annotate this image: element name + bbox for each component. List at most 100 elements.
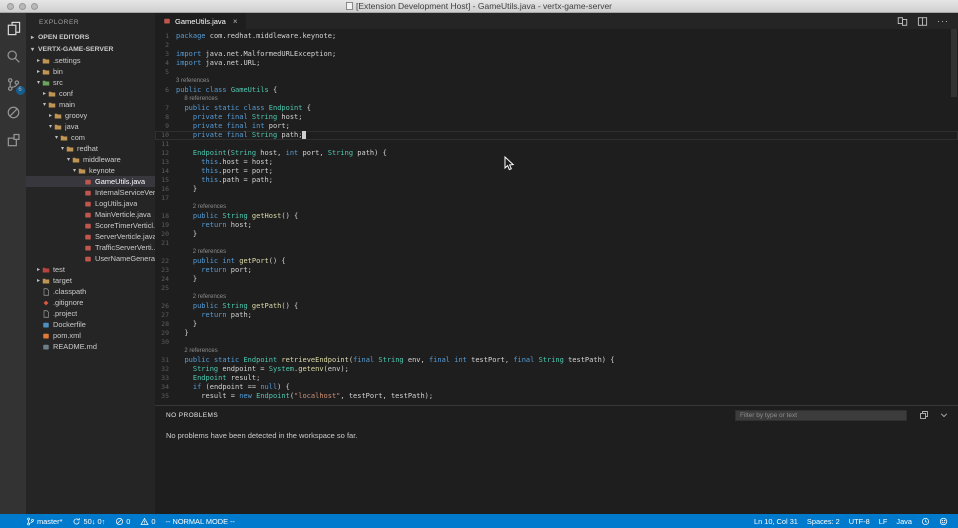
explorer-icon[interactable]: [6, 21, 21, 36]
codelens-references[interactable]: 2 references: [193, 293, 226, 302]
tree-item--settings[interactable]: ▸ .settings: [26, 55, 155, 66]
tree-item-target[interactable]: ▸ target: [26, 275, 155, 286]
tree-item-trafficserververti-[interactable]: TrafficServerVerti...: [26, 242, 155, 253]
codelens-references[interactable]: 2 references: [193, 203, 226, 212]
chevron-down-icon[interactable]: ▾: [65, 156, 72, 163]
tree-item-src[interactable]: ▾ src: [26, 77, 155, 88]
code-line[interactable]: 24 }: [155, 275, 958, 284]
source-control-icon[interactable]: 6: [6, 77, 25, 95]
code-line[interactable]: 27 return path;: [155, 311, 958, 320]
chevron-down-icon[interactable]: ▾: [71, 167, 78, 174]
code-line[interactable]: 23 return port;: [155, 266, 958, 275]
code-line[interactable]: 3 import java.net.MalformedURLException;: [155, 50, 958, 59]
tree-item-conf[interactable]: ▸ conf: [26, 88, 155, 99]
editor-scrollbar[interactable]: [951, 29, 957, 97]
code-line[interactable]: 13 this.host = host;: [155, 158, 958, 167]
tree-item-usernamegenerat-[interactable]: UserNameGenerat...: [26, 253, 155, 264]
minimize-window-button[interactable]: [19, 2, 26, 10]
codelens-row[interactable]: 2 references: [155, 347, 958, 356]
status-item-clock[interactable]: [921, 517, 930, 526]
code-editor[interactable]: 1 package com.redhat.middleware.keynote; 2…: [155, 29, 958, 405]
tree-item-pom-xml[interactable]: pom.xml: [26, 330, 155, 341]
status-item[interactable]: Spaces: 2: [807, 517, 840, 526]
code-line[interactable]: 35 result = new Endpoint("localhost", te…: [155, 392, 958, 401]
tree-item-logutils-java[interactable]: LogUtils.java: [26, 198, 155, 209]
code-line[interactable]: 29 }: [155, 329, 958, 338]
code-line[interactable]: 34 if (endpoint == null) {: [155, 383, 958, 392]
codelens-references[interactable]: 2 references: [193, 248, 226, 257]
code-line[interactable]: 16 }: [155, 185, 958, 194]
code-line[interactable]: 22 public int getPort() {: [155, 257, 958, 266]
status-item-branch[interactable]: master*: [26, 517, 62, 526]
code-line[interactable]: 25: [155, 284, 958, 293]
code-line[interactable]: 30: [155, 338, 958, 347]
tree-item-com[interactable]: ▾ com: [26, 132, 155, 143]
tree-item--classpath[interactable]: .classpath: [26, 286, 155, 297]
section-vertx-game-server[interactable]: ▾ VERTX-GAME-SERVER: [26, 43, 155, 55]
chevron-right-icon[interactable]: ▸: [35, 266, 42, 273]
chevron-down-icon[interactable]: ▾: [41, 101, 48, 108]
tree-item--gitignore[interactable]: .gitignore: [26, 297, 155, 308]
tree-item-redhat[interactable]: ▾ redhat: [26, 143, 155, 154]
close-tab-icon[interactable]: ×: [233, 17, 238, 26]
code-line[interactable]: 1 package com.redhat.middleware.keynote;: [155, 32, 958, 41]
extensions-icon[interactable]: [6, 133, 21, 148]
tree-item-dockerfile[interactable]: Dockerfile: [26, 319, 155, 330]
status-item-error[interactable]: 0: [115, 517, 130, 526]
status-item-smiley[interactable]: [939, 517, 948, 526]
codelens-row[interactable]: 2 references: [155, 248, 958, 257]
status-item-sync[interactable]: 50↓ 0↑: [72, 517, 105, 526]
code-line[interactable]: 9 private final int port;: [155, 122, 958, 131]
code-line[interactable]: 7 public static class Endpoint {: [155, 104, 958, 113]
debug-icon[interactable]: [6, 105, 21, 120]
code-line[interactable]: 14 this.port = port;: [155, 167, 958, 176]
problems-filter-input[interactable]: [735, 409, 907, 421]
chevron-down-icon[interactable]: ▾: [35, 79, 42, 86]
tree-item-java[interactable]: ▾ java: [26, 121, 155, 132]
split-editor-icon[interactable]: [917, 16, 928, 27]
tree-item-gameutils-java[interactable]: GameUtils.java: [26, 176, 155, 187]
tree-item-main[interactable]: ▾ main: [26, 99, 155, 110]
status-item[interactable]: -- NORMAL MODE --: [166, 517, 236, 526]
tree-item-groovy[interactable]: ▸ groovy: [26, 110, 155, 121]
status-item[interactable]: Ln 10, Col 31: [754, 517, 798, 526]
code-line[interactable]: 6 public class GameUtils {: [155, 86, 958, 95]
code-line[interactable]: 8 private final String host;: [155, 113, 958, 122]
chevron-down-icon[interactable]: ▾: [53, 134, 60, 141]
chevron-right-icon[interactable]: ▸: [35, 57, 42, 64]
code-line[interactable]: 26 public String getPath() {: [155, 302, 958, 311]
tree-item-middleware[interactable]: ▾ middleware: [26, 154, 155, 165]
code-line[interactable]: 2: [155, 41, 958, 50]
status-item[interactable]: UTF-8: [849, 517, 870, 526]
code-line[interactable]: 21: [155, 239, 958, 248]
tree-item-serververticle-java[interactable]: ServerVerticle.java: [26, 231, 155, 242]
codelens-row[interactable]: 3 references: [155, 77, 958, 86]
tab-gameutils-java[interactable]: GameUtils.java ×: [155, 13, 246, 29]
code-line[interactable]: 33 Endpoint result;: [155, 374, 958, 383]
tree-item--project[interactable]: .project: [26, 308, 155, 319]
code-line[interactable]: 15 this.path = path;: [155, 176, 958, 185]
chevron-down-icon[interactable]: ▾: [47, 123, 54, 130]
code-line[interactable]: 19 return host;: [155, 221, 958, 230]
codelens-row[interactable]: 8 references: [155, 95, 958, 104]
search-icon[interactable]: [6, 49, 21, 64]
chevron-down-icon[interactable]: [939, 410, 949, 420]
status-item[interactable]: LF: [879, 517, 888, 526]
tree-item-bin[interactable]: ▸ bin: [26, 66, 155, 77]
chevron-right-icon[interactable]: ▸: [47, 112, 54, 119]
code-line[interactable]: 17: [155, 194, 958, 203]
code-line[interactable]: 10 private final String path;: [155, 131, 958, 140]
chevron-right-icon[interactable]: ▸: [35, 68, 42, 75]
more-actions-icon[interactable]: ···: [937, 16, 949, 27]
tree-item-scoretimerverticl-[interactable]: ScoreTimerVerticl...: [26, 220, 155, 231]
codelens-row[interactable]: 2 references: [155, 203, 958, 212]
codelens-references[interactable]: 8 references: [184, 95, 217, 104]
chevron-down-icon[interactable]: ▾: [59, 145, 66, 152]
clear-filter-icon[interactable]: [919, 410, 929, 420]
chevron-right-icon[interactable]: ▸: [41, 90, 48, 97]
code-line[interactable]: 28 }: [155, 320, 958, 329]
code-line[interactable]: 18 public String getHost() {: [155, 212, 958, 221]
close-window-button[interactable]: [7, 2, 14, 10]
codelens-references[interactable]: 2 references: [184, 347, 217, 356]
tree-item-mainverticle-java[interactable]: MainVerticle.java: [26, 209, 155, 220]
